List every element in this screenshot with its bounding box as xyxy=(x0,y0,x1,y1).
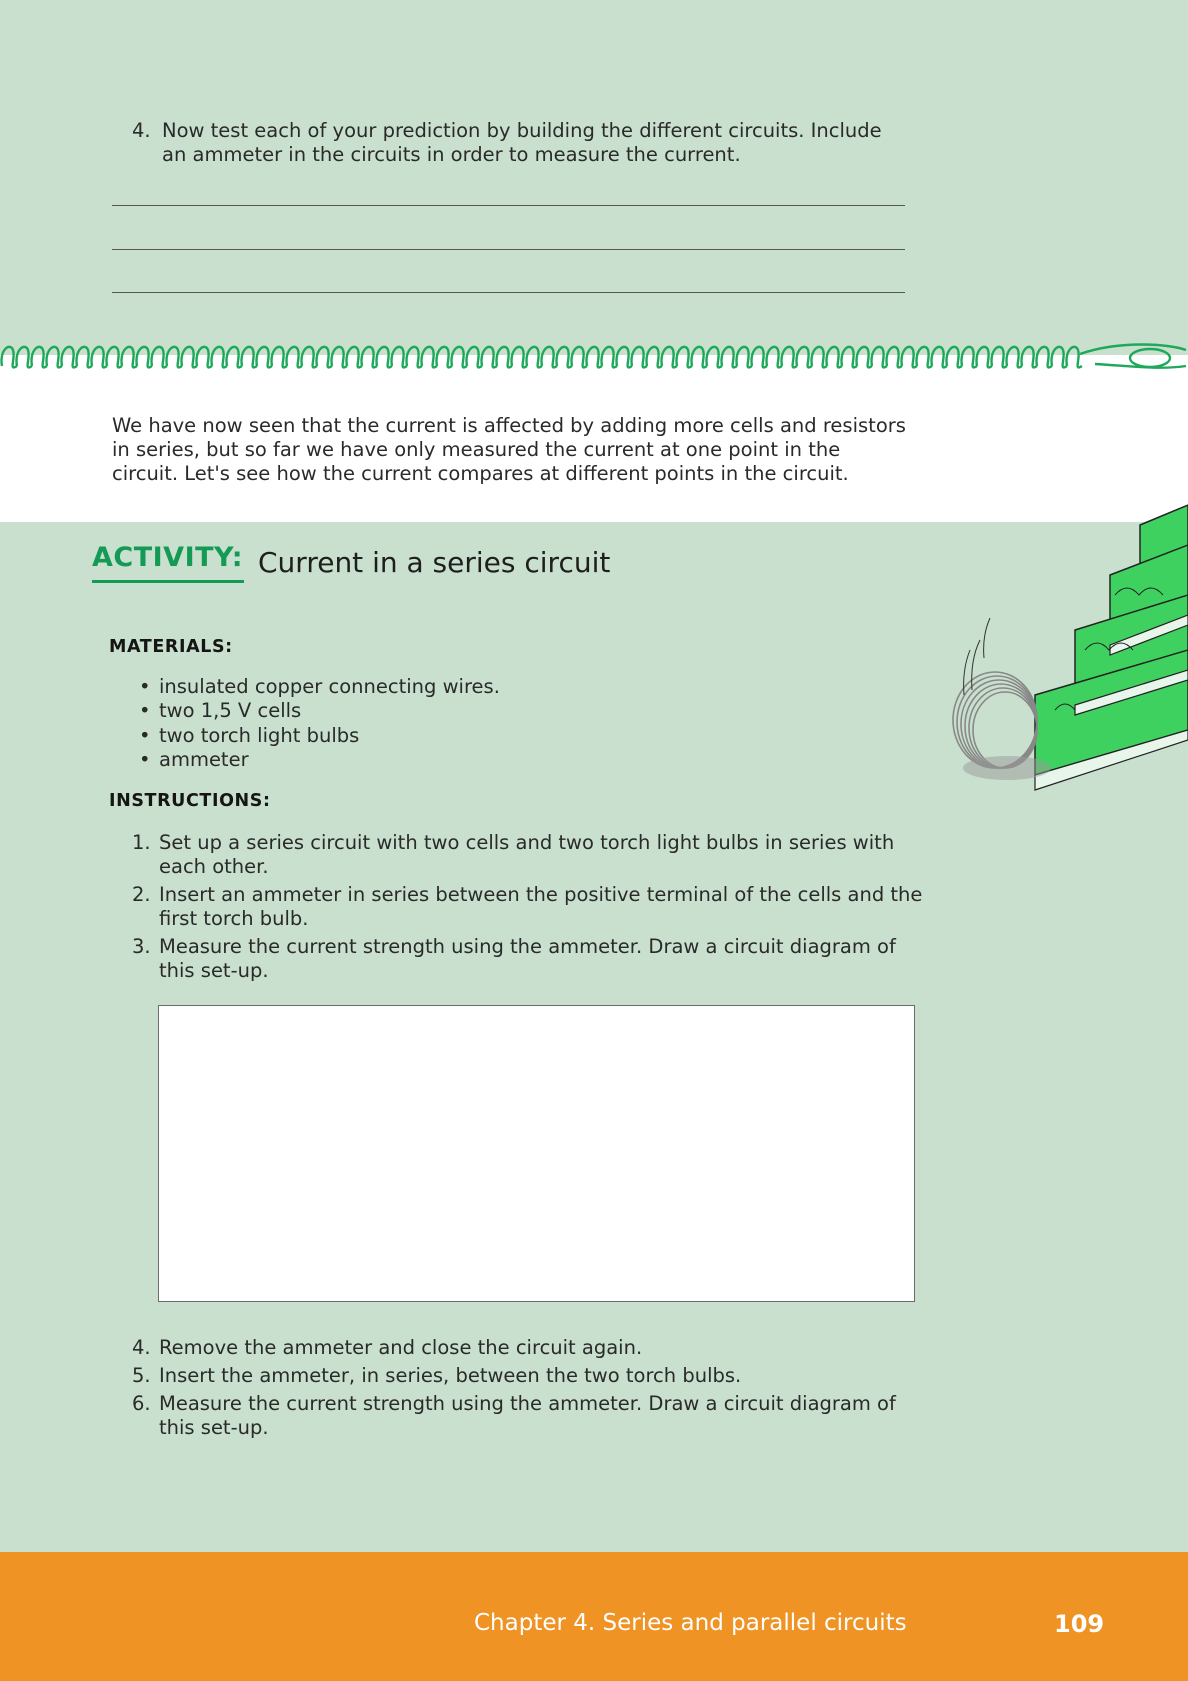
spring-coil-divider-icon xyxy=(0,343,1187,369)
activity-heading: ACTIVITY: xyxy=(92,542,244,583)
instructions-heading: INSTRUCTIONS: xyxy=(109,791,271,811)
list-item: 3. Measure the current strength using the… xyxy=(132,935,896,982)
list-item: 4. Remove the ammeter and close the circu… xyxy=(132,1336,643,1359)
materials-list: • insulated copper connecting wires. • two… xyxy=(136,675,736,772)
instructions-list: 1. Set up a series circuit with two cells… xyxy=(130,831,930,987)
activity-underline xyxy=(92,580,244,583)
question-4: 4. Now test each of your prediction by b… xyxy=(132,119,912,167)
list-item: • insulated copper connecting wires. xyxy=(139,675,500,698)
intro-paragraph: We have now seen that the current is aff… xyxy=(112,414,906,485)
materials-heading: MATERIALS: xyxy=(109,637,233,657)
answer-line[interactable] xyxy=(112,249,905,250)
list-item: • two 1,5 V cells xyxy=(139,699,302,723)
list-item: • two torch light bulbs xyxy=(139,723,360,747)
list-item: 2. Insert an ammeter in series between th… xyxy=(132,883,923,930)
activity-title: Current in a series circuit xyxy=(258,546,611,579)
answer-line[interactable] xyxy=(112,292,905,293)
slinky-on-stairs-illustration-icon xyxy=(952,504,1188,791)
circuit-diagram-box[interactable] xyxy=(158,1005,915,1302)
question-number: 4. xyxy=(132,119,151,142)
question-text: Now test each of your prediction by buil… xyxy=(162,119,882,166)
page-footer: Chapter 4. Series and parallel circuits … xyxy=(0,1552,1188,1681)
list-item: • ammeter xyxy=(139,747,249,771)
list-item: 5. Insert the ammeter, in series, between… xyxy=(132,1364,742,1387)
chapter-title: Chapter 4. Series and parallel circuits xyxy=(474,1610,907,1636)
page-number: 109 xyxy=(1054,1610,1105,1638)
top-section xyxy=(0,0,1188,360)
activity-label: ACTIVITY: xyxy=(92,542,244,573)
list-item: 1. Set up a series circuit with two cells… xyxy=(132,831,895,878)
answer-line[interactable] xyxy=(112,205,905,206)
instructions-list-continued: 4. Remove the ammeter and close the circu… xyxy=(130,1336,930,1444)
list-item: 6. Measure the current strength using the… xyxy=(132,1392,896,1439)
